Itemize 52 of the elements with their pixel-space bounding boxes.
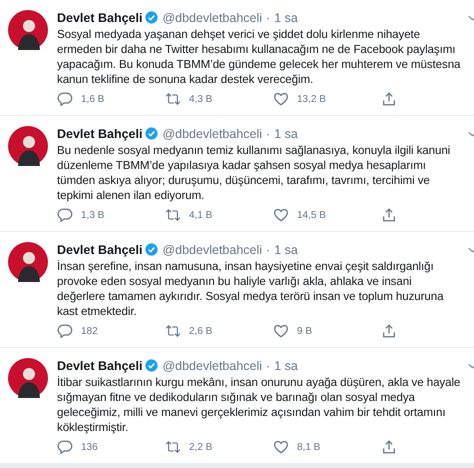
retweet-count: 4,1 B [189,210,212,220]
share-icon[interactable] [381,439,397,455]
tweet-time[interactable]: 1 sa [274,126,298,140]
reply-icon[interactable] [57,207,73,223]
tweet-text: Bu nedenle sosyal medyanın temiz kullanımı sağlanasıya, konuyla ilgili kanuni düzenleme TBMM’de yapılasıya kadar şahsen sosyal medya hesaplarımı tümden askıya alıyor; duruşumu, düşüncemi, tarafımı, tavrımı, tercihimi ve tepkimi alenen ilan ediyorum. [57,143,452,203]
reply-count: 1,6 B [81,94,104,104]
retweet-count: 2,2 B [189,442,212,452]
reply-icon[interactable] [57,439,73,455]
user-name[interactable]: Devlet Bahçeli [57,358,142,372]
user-name[interactable]: Devlet Bahçeli [57,126,142,140]
avatar-icon[interactable] [8,242,48,282]
avatar-icon[interactable] [8,358,48,398]
share-icon[interactable] [381,323,397,339]
retweet-icon[interactable] [165,439,181,455]
share-icon[interactable] [381,207,397,223]
heart-icon[interactable] [273,91,289,107]
like-count: 9 B [297,326,312,336]
user-handle[interactable]: @dbdevletbahceli [162,358,262,372]
reply-count: 182 [81,326,98,336]
avatar-icon[interactable] [8,126,48,166]
tweet-time[interactable]: 1 sa [274,358,298,372]
user-name[interactable]: Devlet Bahçeli [57,10,142,24]
heart-icon[interactable] [273,207,289,223]
reply-count: 1,3 B [81,210,104,220]
user-name[interactable]: Devlet Bahçeli [57,242,142,256]
separator-dot: · [266,10,270,24]
tweet-text: İtibar suikastlarının kurgu mekânı, insan onurunu ayağa düşüren, akla ve hayale sığmayan fitne ve dedikoduların sığınak ve barınağı olan sosyal medya geleceğimiz, milli ve manevi gerçeklerimiz açısından vahim bir tehdit ortamını kökleştirmiştir. [57,375,462,435]
tweet-time[interactable]: 1 sa [274,242,298,256]
tweet-time[interactable]: 1 sa [274,10,298,24]
tweet-text: Sosyal medyada yaşanan dehşet verici ve şiddet dolu kirlenme nihayete ermeden bir daha ne Twitter hesabımı kullanacağım ne de Facebook paylaşımı yapacağım. Bu konuda TBMM’de gündeme gelecek her muhterem ve müstesna kanun teklifine de sonuna kadar destek vereceğim. [57,27,462,87]
tweet-text: İnsan şerefine, insan namusuna, insan haysiyetine envai çeşit saldırganlığı provoke eden sosyal medyanın bu haliyle varlığı akla, ahlaka ve insani değerlere tamamen aykırıdır. Sosyal medya terörü insan ve toplum huzuruna kast etmektedir. [57,259,444,319]
heart-icon[interactable] [273,439,289,455]
heart-icon[interactable] [273,323,289,339]
reply-icon[interactable] [57,91,73,107]
retweet-count: 4,3 B [189,94,212,104]
retweet-icon[interactable] [165,91,181,107]
retweet-icon[interactable] [165,207,181,223]
separator-dot: · [266,242,270,256]
share-icon[interactable] [381,91,397,107]
like-count: 14,5 B [297,210,326,220]
user-handle[interactable]: @dbdevletbahceli [162,242,262,256]
user-handle[interactable]: @dbdevletbahceli [162,126,262,140]
reply-icon[interactable] [57,323,73,339]
user-handle[interactable]: @dbdevletbahceli [162,10,262,24]
retweet-icon[interactable] [165,323,181,339]
like-count: 8,1 B [297,442,320,452]
separator-dot: · [266,358,270,372]
like-count: 13,2 B [297,94,326,104]
retweet-count: 2,6 B [189,326,212,336]
separator-dot: · [266,126,270,140]
reply-count: 136 [81,442,98,452]
avatar-icon[interactable] [8,10,48,50]
